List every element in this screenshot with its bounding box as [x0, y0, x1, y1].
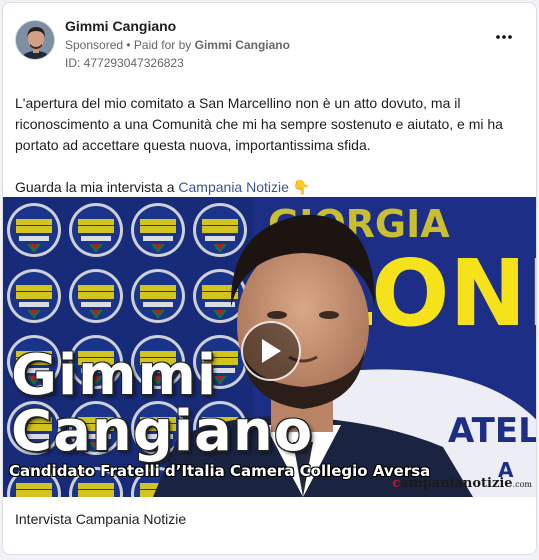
avatar[interactable]	[15, 20, 55, 60]
paid-for-prefix: Paid for by	[133, 38, 195, 52]
pointing-down-emoji: 👇	[292, 179, 311, 195]
video-player[interactable]: GIORGIA ELONI ATELLI A Gimmi Cangiano Ca…	[3, 197, 537, 497]
overlay-name-line-1: Gimmi	[11, 343, 218, 408]
caption-text: Intervista Campania Notizie	[15, 511, 187, 527]
play-button[interactable]	[241, 321, 301, 381]
ad-id: ID: 477293047326823	[65, 56, 184, 70]
avatar-photo	[16, 21, 54, 59]
sponsored-label: Sponsored	[65, 38, 124, 52]
paid-for-name: Gimmi Cangiano	[194, 38, 290, 52]
body-paragraph: L'apertura del mio comitato a San Marcel…	[15, 95, 503, 153]
sponsored-post-card: Gimmi Cangiano Sponsored • Paid for by G…	[2, 2, 537, 555]
post-header: Gimmi Cangiano Sponsored • Paid for by G…	[15, 15, 524, 73]
more-horizontal-icon	[496, 35, 512, 39]
post-body: L'apertura del mio comitato a San Marcel…	[15, 93, 520, 198]
separator: •	[123, 38, 134, 52]
more-options-button[interactable]	[490, 23, 518, 51]
play-icon	[262, 339, 281, 363]
overlay-name-line-2: Cangiano	[11, 399, 314, 464]
campania-notizie-link[interactable]: Campania Notizie	[178, 179, 289, 195]
author-name[interactable]: Gimmi Cangiano	[65, 18, 176, 34]
cta-line: Guarda la mia intervista a Campania Noti…	[15, 177, 520, 198]
cta-prefix: Guarda la mia intervista a	[15, 179, 179, 195]
link-caption[interactable]: Intervista Campania Notizie	[3, 497, 536, 539]
campania-notizie-watermark: campanianotizie.com	[392, 476, 532, 491]
overlay-subtitle: Candidato Fratelli d’Italia Camera Colle…	[9, 462, 431, 480]
svg-text:ATELLI: ATELLI	[448, 411, 537, 451]
sponsored-line: Sponsored • Paid for by Gimmi Cangiano	[65, 38, 290, 52]
